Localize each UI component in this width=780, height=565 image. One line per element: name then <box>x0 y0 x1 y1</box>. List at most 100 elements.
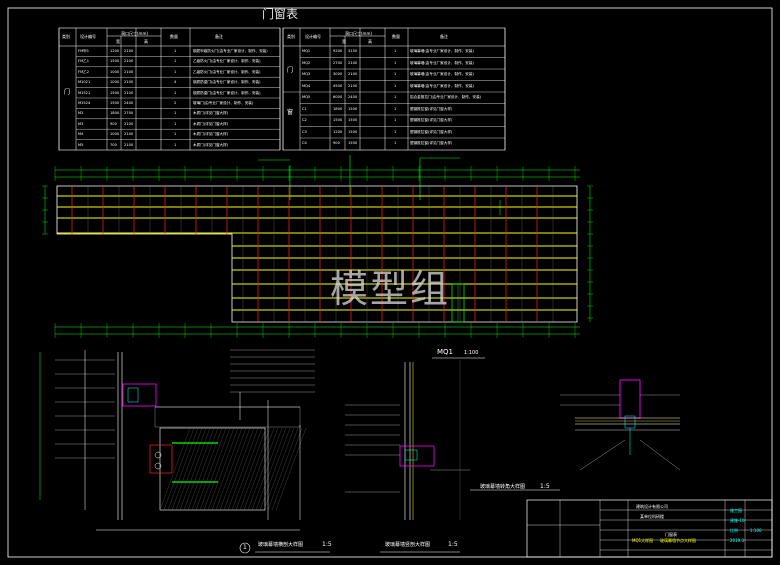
schedule-right-row-cell: 1 <box>394 95 397 99</box>
hatch-line <box>227 427 259 511</box>
schedule-left-row-cell: 1000 <box>110 132 120 137</box>
schedule-right-row-cell: 1 <box>394 72 397 76</box>
schedule-header-note: 备注 <box>215 34 223 39</box>
hatch-line <box>211 427 243 511</box>
tb-drawing-name-1: MQ1大样图 <box>632 538 654 543</box>
hatch-line <box>243 427 275 511</box>
vertical-section-detail <box>345 360 470 553</box>
schedule-left-row-cell: 2100 <box>124 121 134 126</box>
detail-3-scale: 1:5 <box>540 483 550 490</box>
schedule-left-row-cell: 1 <box>174 142 177 147</box>
schedule-header-category-r: 类别 <box>287 34 295 39</box>
schedule-right-row-cell: 2100 <box>348 83 358 88</box>
schedule-right-row-cell: 塑钢推拉窗(详见门窗大样) <box>410 141 453 145</box>
detail3-corner-post <box>619 379 641 419</box>
hatch-line <box>255 427 287 511</box>
schedule-left-row-cell: 2700 <box>124 111 134 116</box>
hatch-line <box>207 427 239 511</box>
hatch-line <box>167 427 199 511</box>
hatch-line <box>263 427 295 511</box>
schedule-left-row-cell: 乙级防火门(由专业厂家设计、制作、安装) <box>193 69 261 74</box>
schedule-left-row-cell: 900 <box>110 121 117 126</box>
schedule-right-row-cell: 玻璃幕墙(由专业厂家设计、制作、安装) <box>410 83 474 88</box>
schedule-left-row-cell: 钢质防盗门(由专业厂家设计、制作、安装) <box>193 80 261 85</box>
tb-scale-label: 比例 <box>730 528 738 533</box>
schedule-left-row-cell: 1 <box>174 59 177 64</box>
schedule-left-row-cell: 1 <box>174 111 177 116</box>
schedule-left-row-cell: M2 <box>78 111 84 116</box>
horizontal-section-detail <box>39 349 330 554</box>
schedule-left-row-cell: 1800 <box>110 111 120 116</box>
schedule-right-row-cell: MQ2 <box>302 60 311 65</box>
schedule-left-row-cell: 2100 <box>124 80 134 85</box>
schedule-right-row-cell: C3 <box>302 129 307 134</box>
schedule-header-size: 洞口尺寸(mm) <box>121 31 148 36</box>
schedule-right-row-cell: 4500 <box>333 83 343 88</box>
hatch-line <box>191 427 223 511</box>
schedule-subheader-h-r: 高 <box>368 39 372 44</box>
schedule-left-row-cell: 1500 <box>110 90 120 95</box>
schedule-left-row-cell: 700 <box>110 142 117 147</box>
schedule-right-row-cell: 1 <box>394 83 397 88</box>
schedule-right-row-cell: 1500 <box>348 118 358 122</box>
detail-2-scale: 1:5 <box>448 541 458 548</box>
schedule-header-code-r: 设计编号 <box>305 34 321 39</box>
tb-date: 2019.3 <box>730 538 744 543</box>
schedule-left-row-cell: FM甲1 <box>78 49 90 53</box>
hatch-line <box>219 427 251 511</box>
schedule-left-row-cell: 木质门(详见门窗大样) <box>193 121 229 126</box>
schedule-left-category: 门 <box>64 89 71 96</box>
schedule-right-row-cell: 铝合金推拉门(由专业厂家设计、制作、安装) <box>410 95 482 99</box>
hatch-line <box>203 427 235 511</box>
detail-1-number: 1 <box>243 544 247 551</box>
hatch-line <box>159 427 191 511</box>
schedule-header-qty: 数量 <box>170 34 178 39</box>
schedule-left-row-cell: 木质门(详见门窗大样) <box>193 142 229 147</box>
schedule-left-row-cell: M4 <box>78 132 84 137</box>
schedule-right-row-cell: 塑钢推拉窗(详见门窗大样) <box>410 106 453 111</box>
schedule-left-row-cell: M1021 <box>78 80 91 85</box>
schedule-subheader-w: 宽 <box>116 39 120 44</box>
schedule-left-row-cell: 1 <box>174 49 177 53</box>
schedule-right-row-cell: C4 <box>302 141 307 145</box>
schedule-right-row-cell: 1500 <box>348 129 358 134</box>
schedule-right-row-cell: 1 <box>394 106 397 111</box>
schedule-left-row-cell: 2100 <box>124 142 134 147</box>
hatch-line <box>223 427 255 511</box>
schedule-right-row-cell: C1 <box>302 106 307 111</box>
schedule-right-row-cell: 1500 <box>348 106 358 111</box>
schedule-left-row-cell: M3 <box>78 121 84 126</box>
schedule-right-row-cell: MQ1 <box>302 49 311 53</box>
schedule-left-row-cell: 1 <box>174 90 177 95</box>
detail-3-title: 玻璃幕墙转角大样图 <box>480 484 526 490</box>
schedule-right-row-cell: 1500 <box>333 118 343 122</box>
schedule-left-row-cell: 乙级防火门(由专业厂家设计、制作、安装) <box>193 59 261 64</box>
schedule-right-row-cell: 玻璃幕墙(由专业厂家设计、制作、安装) <box>410 49 474 53</box>
tb-drawing-name-2: 玻璃幕墙节点大样图 <box>660 538 696 543</box>
schedule-left-row-cell: FM乙2 <box>78 69 90 74</box>
hatch-line <box>239 427 271 511</box>
schedule-right-row-cell: 6000 <box>333 95 343 99</box>
schedule-left-row-cell: 2100 <box>124 59 134 64</box>
hatch-line <box>199 427 231 511</box>
tb-scale-value: 1:100 <box>750 528 762 533</box>
schedule-left-row-cell: 1000 <box>110 80 120 85</box>
hatch-line <box>163 427 195 511</box>
schedule-right-row-cell: 1200 <box>333 129 343 134</box>
detail1-insert <box>127 387 139 403</box>
detail1-slab <box>154 406 301 428</box>
hatch-line <box>215 427 247 511</box>
schedule-right-row-cell: 1 <box>394 49 397 53</box>
detail1-concrete-hatch <box>159 427 307 511</box>
schedule-header-qty-r: 数量 <box>392 34 400 39</box>
hatch-line <box>171 427 203 511</box>
corner-detail <box>470 379 681 491</box>
schedule-left-row-cell: 2 <box>174 101 177 105</box>
elevation-label: MQ1 <box>437 348 454 356</box>
schedule-right-row-cell: 1 <box>394 129 397 134</box>
schedule-right-row-cell: 900 <box>333 141 340 145</box>
hatch-line <box>251 427 283 511</box>
detail2-insert <box>404 449 418 461</box>
detail3-annotation-leader <box>579 439 626 471</box>
schedule-left-row-cell: 1000 <box>110 69 120 74</box>
